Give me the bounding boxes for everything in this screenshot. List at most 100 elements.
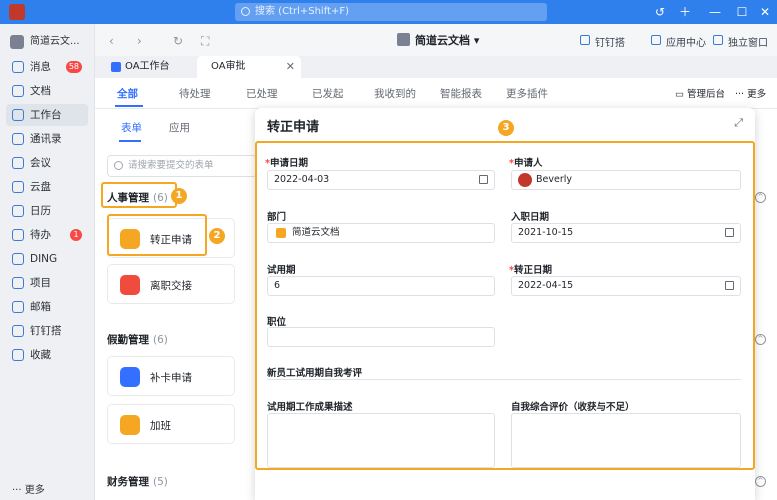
self-evaluation-section: 新员工试用期自我考评 bbox=[267, 368, 363, 379]
calendar-icon bbox=[725, 281, 734, 290]
dingda-icon bbox=[580, 35, 590, 45]
app-logo-icon bbox=[9, 4, 25, 20]
section-attendance: 假勤管理 (6) bbox=[107, 334, 168, 346]
standalone-window-link[interactable]: 独立窗口 bbox=[713, 34, 768, 49]
favorite-icon bbox=[12, 349, 24, 361]
maximize-icon[interactable]: ☐ bbox=[734, 4, 750, 20]
tab-all[interactable]: 全部 bbox=[117, 86, 138, 101]
mail-icon bbox=[12, 301, 24, 313]
org-switcher[interactable]: 简道云文... bbox=[10, 34, 90, 50]
regular-date-label: *转正日期 bbox=[509, 265, 552, 276]
collapse-icon[interactable]: ^ bbox=[755, 334, 766, 345]
plus-icon[interactable]: ＋ bbox=[677, 4, 693, 20]
step-marker-3: 3 bbox=[498, 120, 514, 136]
sidebar-item-ding[interactable]: DING bbox=[6, 248, 88, 270]
sidebar-item-todo[interactable]: 待办 1 bbox=[6, 224, 88, 246]
more-button[interactable]: ··· 更多 bbox=[735, 86, 766, 100]
app-center-icon bbox=[651, 35, 661, 45]
subtab-apps[interactable]: 应用 bbox=[169, 120, 190, 135]
close-tab-icon[interactable]: ✕ bbox=[286, 56, 295, 78]
fullscreen-icon[interactable]: ⛶ bbox=[201, 34, 209, 49]
sidebar-item-docs[interactable]: 文档 bbox=[6, 80, 88, 102]
search-icon bbox=[114, 161, 123, 170]
join-date-field[interactable]: 2021-10-15 bbox=[511, 223, 741, 243]
tab-more-plugins[interactable]: 更多插件 bbox=[506, 86, 548, 101]
todo-badge: 1 bbox=[70, 229, 82, 241]
department-chip: 简道云文档 bbox=[272, 225, 344, 241]
ding-icon bbox=[12, 253, 24, 265]
department-field[interactable]: 简道云文档 bbox=[267, 223, 495, 243]
sidebar-item-messages[interactable]: 消息 58 bbox=[6, 56, 88, 78]
window-icon bbox=[713, 35, 723, 45]
admin-console-button[interactable]: ▭ 管理后台 bbox=[675, 86, 725, 100]
monitor-icon: ▭ bbox=[675, 89, 684, 100]
work-desc-textarea[interactable] bbox=[267, 413, 495, 468]
sidebar-item-projects[interactable]: 项目 bbox=[6, 272, 88, 294]
sidebar-item-cloud[interactable]: 云盘 bbox=[6, 176, 88, 198]
form-card-resignation[interactable]: 离职交接 bbox=[107, 264, 235, 304]
global-search-input[interactable]: 搜索 (Ctrl+Shift+F) bbox=[235, 3, 547, 21]
subtab-forms[interactable]: 表单 bbox=[121, 120, 142, 135]
collapse-icon[interactable]: ^ bbox=[755, 192, 766, 203]
history-icon[interactable]: ↺ bbox=[652, 4, 668, 20]
workspace-title[interactable]: 简道云文档 ▾ bbox=[397, 32, 479, 48]
calendar-icon bbox=[479, 175, 488, 184]
workbench-icon bbox=[12, 109, 24, 121]
calendar-icon bbox=[12, 205, 24, 217]
tab-bar: OA工作台 OA审批 ✕ bbox=[95, 56, 777, 78]
tab-pending[interactable]: 待处理 bbox=[179, 86, 211, 101]
position-label: 职位 bbox=[267, 317, 287, 328]
minimize-icon[interactable]: — bbox=[707, 4, 723, 20]
regular-date-field[interactable]: 2022-04-15 bbox=[511, 276, 741, 296]
sidebar-item-calendar[interactable]: 日历 bbox=[6, 200, 88, 222]
app-center-link[interactable]: 应用中心 bbox=[651, 34, 706, 49]
probation-label: 试用期 bbox=[267, 265, 296, 276]
forward-icon[interactable]: › bbox=[137, 34, 142, 48]
form-card-clock-fix[interactable]: 补卡申请 bbox=[107, 356, 235, 396]
close-icon[interactable]: ✕ bbox=[757, 4, 773, 20]
sidebar-item-meetings[interactable]: 会议 bbox=[6, 152, 88, 174]
tab-smart-reports[interactable]: 智能报表 bbox=[440, 86, 482, 101]
section-finance: 财务管理 (5) bbox=[107, 476, 168, 488]
tab-received[interactable]: 我收到的 bbox=[374, 86, 416, 101]
tab-initiated[interactable]: 已发起 bbox=[312, 86, 344, 101]
form-highlight-box: *申请日期 2022-04-03 *申请人 Beverly 部门 简道云文档 入… bbox=[255, 141, 755, 470]
applicant-field[interactable]: Beverly bbox=[511, 170, 741, 190]
step-marker-1: 1 bbox=[171, 188, 187, 204]
form-panel: 转正申请 ⤢ 3 *申请日期 2022-04-03 *申请人 Beverly 部… bbox=[255, 108, 755, 500]
clock-icon bbox=[120, 367, 140, 387]
position-field[interactable] bbox=[267, 327, 495, 347]
tab-oa-approval[interactable]: OA审批 ✕ bbox=[197, 56, 301, 78]
form-search-input[interactable]: 请搜索要提交的表单 bbox=[107, 155, 257, 177]
sidebar-item-workbench[interactable]: 工作台 bbox=[6, 104, 88, 126]
self-eval-label: 自我综合评价（收获与不足） bbox=[511, 402, 635, 413]
tab-processed[interactable]: 已处理 bbox=[246, 86, 278, 101]
refresh-icon[interactable]: ↻ bbox=[173, 34, 183, 48]
workspace-icon bbox=[397, 33, 410, 46]
apply-date-field[interactable]: 2022-04-03 bbox=[267, 170, 495, 190]
sidebar-item-mail[interactable]: 邮箱 bbox=[6, 296, 88, 318]
sidebar-item-favorites[interactable]: 收藏 bbox=[6, 344, 88, 366]
sidebar-item-dingda[interactable]: 钉钉搭 bbox=[6, 320, 88, 342]
contacts-icon bbox=[12, 133, 24, 145]
form-card-overtime[interactable]: 加班 bbox=[107, 404, 235, 444]
oa-icon bbox=[111, 62, 121, 72]
expand-icon[interactable]: ⤢ bbox=[734, 116, 743, 130]
tab-oa-workbench[interactable]: OA工作台 bbox=[107, 56, 197, 78]
self-eval-textarea[interactable] bbox=[511, 413, 741, 468]
back-icon[interactable]: ‹ bbox=[109, 34, 114, 48]
avatar bbox=[518, 173, 532, 187]
sidebar-more-button[interactable]: ··· 更多 bbox=[12, 481, 45, 496]
section-divider bbox=[267, 379, 741, 380]
step-marker-2: 2 bbox=[209, 228, 225, 244]
sidebar-item-contacts[interactable]: 通讯录 bbox=[6, 128, 88, 150]
todo-icon bbox=[12, 229, 24, 241]
active-subtab-underline bbox=[119, 140, 141, 142]
message-icon bbox=[12, 61, 24, 73]
cloud-icon bbox=[12, 181, 24, 193]
panel-title: 转正申请 bbox=[267, 120, 320, 135]
collapse-icon[interactable]: ^ bbox=[755, 476, 766, 487]
calendar-icon bbox=[725, 228, 734, 237]
probation-field[interactable]: 6 bbox=[267, 276, 495, 296]
dingda-link[interactable]: 钉钉搭 bbox=[580, 34, 625, 49]
